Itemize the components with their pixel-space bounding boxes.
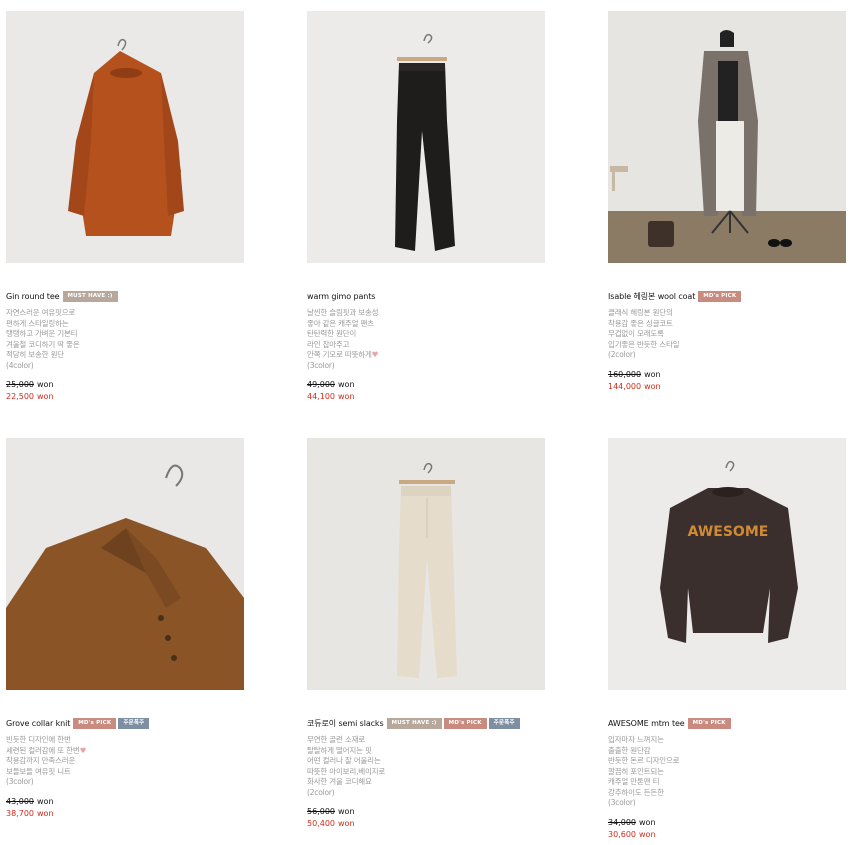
sale-price: 144,000 won [608, 381, 661, 391]
product-card[interactable]: AWESOME AWESOME mtm tee MD's PICK 입자마자 느… [608, 438, 848, 839]
product-name[interactable]: AWESOME mtm tee [608, 719, 685, 728]
product-card[interactable]: warm gimo pants 날씬한 슬림핏과 보송성 좋아 같은 캐주얼 팬… [307, 11, 547, 401]
product-card[interactable]: Isable 헤링본 wool coat MD's PICK 클래식 헤링본 원… [608, 11, 848, 391]
original-price: 34,000 won [608, 817, 656, 827]
original-price: 25,000 won [6, 380, 54, 389]
sale-price: 38,700 won [6, 808, 54, 818]
must-have-badge: MUST HAVE :) [62, 290, 118, 302]
product-name[interactable]: Grove collar knit [6, 719, 70, 728]
product-name[interactable]: Isable 헤링본 wool coat [608, 291, 695, 302]
product-image[interactable] [307, 11, 545, 263]
product-description: 빈듯한 디자인에 한번 세련된 컬러감에 또 한번♥ 착용감까지 만족스러운 보… [6, 735, 87, 786]
product-description: 입자마자 느껴지는 출출한 원단감 반듯한 돈르 디자인으로 깔끔히 포인트되는… [608, 735, 680, 807]
md-pick-badge: MD's PICK [687, 717, 731, 729]
heart-icon: ♥ [371, 350, 379, 359]
product-image[interactable] [6, 438, 244, 690]
original-price: 56,000 won [307, 807, 355, 816]
product-name[interactable]: 코듀로이 semi slacks [307, 718, 384, 729]
product-description: 날씬한 슬림핏과 보송성 좋아 같은 캐주얼 팬츠 탄탄력한 원단이 라인 잡아… [307, 308, 379, 370]
md-pick-badge: MD's PICK [443, 717, 487, 729]
product-image[interactable] [307, 438, 545, 690]
order-rush-badge: 주문폭주 [488, 717, 520, 729]
sale-price: 30,600 won [608, 829, 656, 839]
sale-price: 44,100 won [307, 392, 355, 401]
svg-text:AWESOME: AWESOME [688, 524, 769, 540]
product-description: 무연한 골런 소재로 탈탈하게 떨어지는 핏 어떤 컬러나 잘 어울리는 따뜻한… [307, 735, 386, 797]
product-description: 자연스러운 여유핏으로 편하게 스타일링하는 탱탱하고 가벼운 기본티 겨울철 … [6, 308, 80, 370]
product-image[interactable] [6, 11, 244, 263]
md-pick-badge: MD's PICK [698, 290, 742, 302]
product-image[interactable] [608, 11, 846, 263]
product-image[interactable]: AWESOME [608, 438, 846, 690]
product-card[interactable]: Gin round tee MUST HAVE :) 자연스러운 여유핏으로 편… [6, 11, 246, 401]
must-have-badge: MUST HAVE :) [386, 717, 442, 729]
original-price: 43,000 won [6, 796, 54, 806]
original-price: 160,000 won [608, 369, 661, 379]
heart-icon: ♥ [79, 745, 87, 755]
sale-price: 22,500 won [6, 392, 54, 401]
product-card[interactable]: 코듀로이 semi slacks MUST HAVE :) MD's PICK … [307, 438, 547, 828]
product-card[interactable]: Grove collar knit MD's PICK 주문폭주 빈듯한 디자인… [6, 438, 246, 818]
product-description: 클래식 헤링본 원단의 착용감 좋은 싱글코트 무겁없이 모래도록 입기좋은 반… [608, 308, 680, 359]
product-name[interactable]: warm gimo pants [307, 292, 375, 301]
order-rush-badge: 주문폭주 [118, 717, 150, 729]
md-pick-badge: MD's PICK [73, 717, 117, 729]
product-name[interactable]: Gin round tee [6, 292, 60, 301]
sale-price: 50,400 won [307, 819, 355, 828]
original-price: 49,000 won [307, 380, 355, 389]
